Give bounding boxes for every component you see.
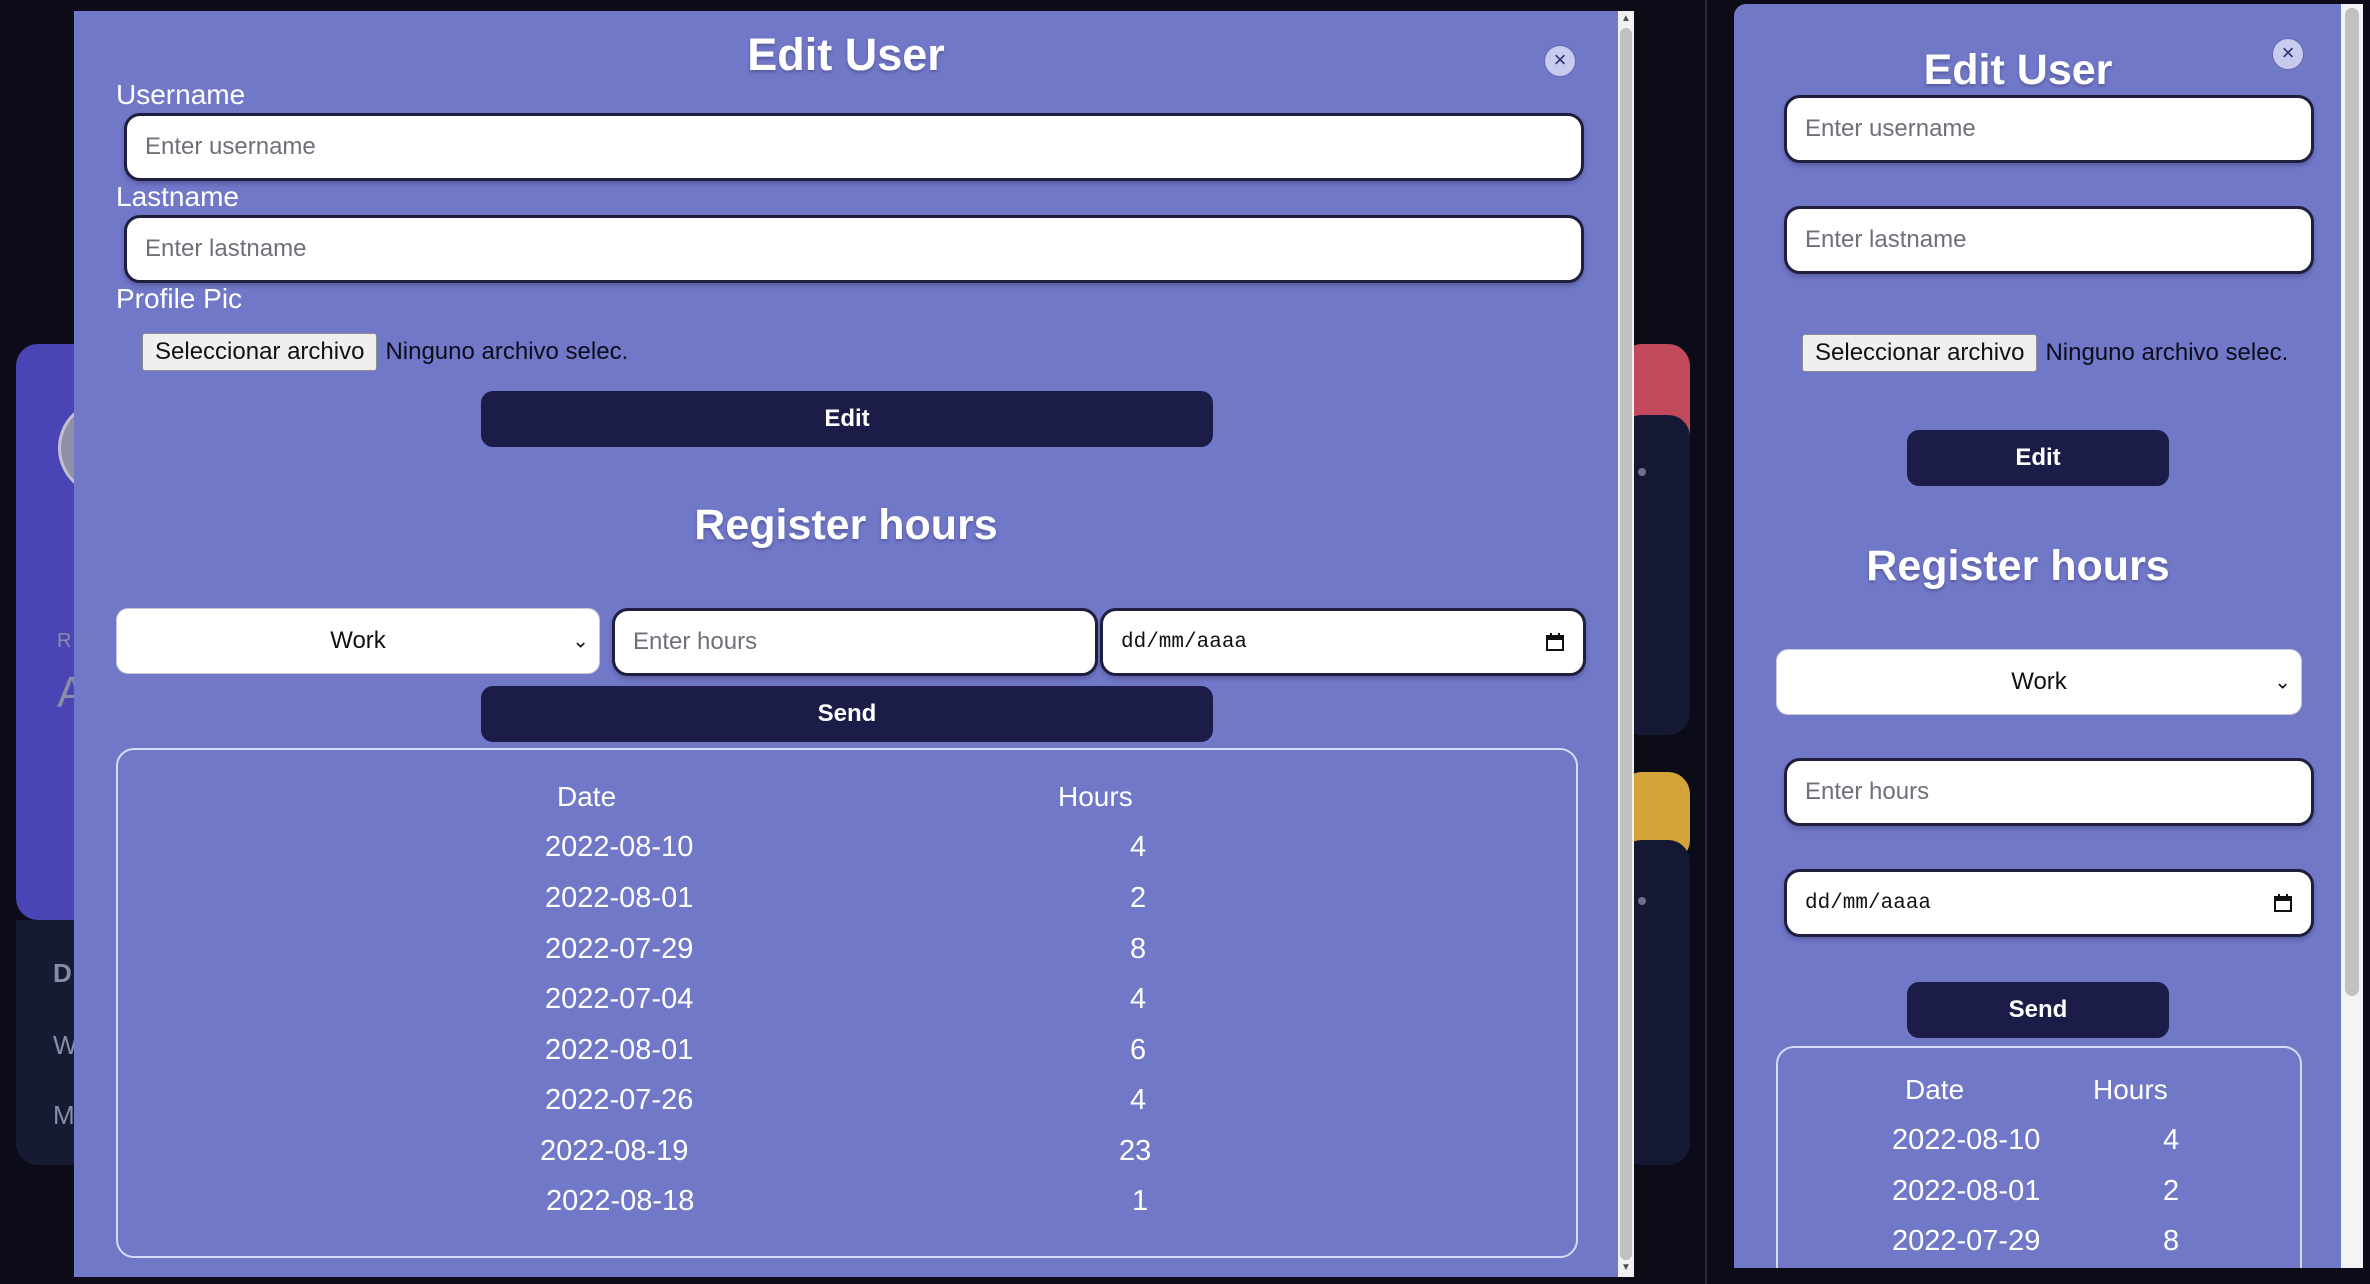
table-cell-hours: 4 <box>1130 831 1147 863</box>
scroll-up-icon[interactable]: ▲ <box>1618 11 1634 27</box>
file-picker: Seleccionar archivo Ninguno archivo sele… <box>142 333 628 371</box>
table-cell-date: 2022-07-29 <box>1892 1225 2041 1257</box>
send-button[interactable]: Send <box>1907 982 2169 1038</box>
date-placeholder: dd/mm/aaaa <box>1805 891 1932 915</box>
close-icon[interactable]: × <box>2272 38 2304 70</box>
date-input[interactable]: dd/mm/aaaa <box>1100 608 1586 676</box>
table-cell-date: 2022-07-29 <box>545 933 694 965</box>
register-hours-title: Register hours <box>1866 542 2170 590</box>
table-cell-date: 2022-08-10 <box>1892 1124 2041 1156</box>
table-cell-hours: 2 <box>1130 882 1147 914</box>
choose-file-button[interactable]: Seleccionar archivo <box>142 333 378 371</box>
chevron-down-icon: ⌄ <box>572 630 589 653</box>
lastname-input[interactable] <box>1784 206 2314 274</box>
lastname-input[interactable] <box>124 215 1584 283</box>
background-text: R <box>57 630 72 652</box>
username-input[interactable] <box>124 113 1584 181</box>
hours-table <box>116 748 1578 1258</box>
edit-user-modal-wide: Edit User × Username Lastname Profile Pi… <box>74 11 1618 1277</box>
hour-type-value: Work <box>330 627 386 654</box>
edit-user-modal-narrow: Edit User × Seleccionar archivo Ninguno … <box>1734 4 2341 1268</box>
table-header-hours: Hours <box>2093 1074 2168 1105</box>
hour-type-value: Work <box>2011 668 2067 695</box>
edit-button[interactable]: Edit <box>481 391 1213 447</box>
username-label: Username <box>116 79 246 110</box>
choose-file-button[interactable]: Seleccionar archivo <box>1802 334 2038 372</box>
date-input[interactable]: dd/mm/aaaa <box>1784 869 2314 937</box>
table-cell-date: 2022-08-01 <box>545 1034 694 1066</box>
calendar-icon[interactable] <box>2273 893 2293 913</box>
table-cell-date: 2022-08-01 <box>1892 1175 2041 1207</box>
table-cell-hours: 4 <box>2163 1124 2180 1156</box>
table-cell-date: 2022-07-26 <box>545 1084 694 1116</box>
table-header-hours: Hours <box>1058 781 1133 812</box>
scroll-down-icon[interactable]: ▼ <box>1618 1260 1634 1276</box>
table-cell-date: 2022-07-04 <box>545 983 694 1015</box>
table-cell-date: 2022-08-18 <box>546 1185 695 1217</box>
date-placeholder: dd/mm/aaaa <box>1121 630 1248 654</box>
edit-button[interactable]: Edit <box>1907 430 2169 486</box>
table-cell-hours: 8 <box>1130 933 1147 965</box>
register-hours-title: Register hours <box>694 501 998 549</box>
table-cell-hours: 6 <box>1130 1034 1147 1066</box>
close-icon[interactable]: × <box>1544 45 1576 77</box>
table-header-date: Date <box>1905 1074 1965 1105</box>
background-text: D <box>53 958 72 988</box>
table-header-date: Date <box>557 781 617 812</box>
modal-title: Edit User <box>747 29 945 80</box>
background-dot <box>1638 897 1646 905</box>
modal-title: Edit User <box>1923 46 2113 94</box>
table-cell-date: 2022-08-19 <box>540 1135 689 1167</box>
scroll-thumb[interactable] <box>1620 28 1632 1260</box>
send-button[interactable]: Send <box>481 686 1213 742</box>
chevron-down-icon: ⌄ <box>2274 671 2291 694</box>
calendar-icon[interactable] <box>1545 632 1565 652</box>
background-text: M <box>53 1100 75 1130</box>
table-cell-hours: 4 <box>1130 983 1147 1015</box>
lastname-label: Lastname <box>116 181 239 212</box>
table-cell-hours: 1 <box>1132 1185 1149 1217</box>
table-cell-date: 2022-08-10 <box>545 831 694 863</box>
scroll-thumb[interactable] <box>2345 8 2359 996</box>
file-status: Ninguno archivo selec. <box>385 338 629 365</box>
table-cell-hours: 23 <box>1119 1135 1152 1167</box>
background-dot <box>1638 468 1646 476</box>
table-cell-hours: 2 <box>2163 1175 2180 1207</box>
hours-input[interactable] <box>612 608 1098 676</box>
table-cell-hours: 8 <box>2163 1225 2180 1257</box>
hour-type-select[interactable]: Work ⌄ <box>116 608 600 674</box>
username-input[interactable] <box>1784 95 2314 163</box>
hours-input[interactable] <box>1784 758 2314 826</box>
table-cell-date: 2022-08-01 <box>545 882 694 914</box>
window-divider <box>1705 0 1707 1284</box>
file-picker: Seleccionar archivo Ninguno archivo sele… <box>1802 334 2288 372</box>
table-cell-hours: 4 <box>1130 1084 1147 1116</box>
hour-type-select[interactable]: Work ⌄ <box>1776 649 2302 715</box>
profile-pic-label: Profile Pic <box>116 283 243 314</box>
file-status: Ninguno archivo selec. <box>2045 339 2289 366</box>
